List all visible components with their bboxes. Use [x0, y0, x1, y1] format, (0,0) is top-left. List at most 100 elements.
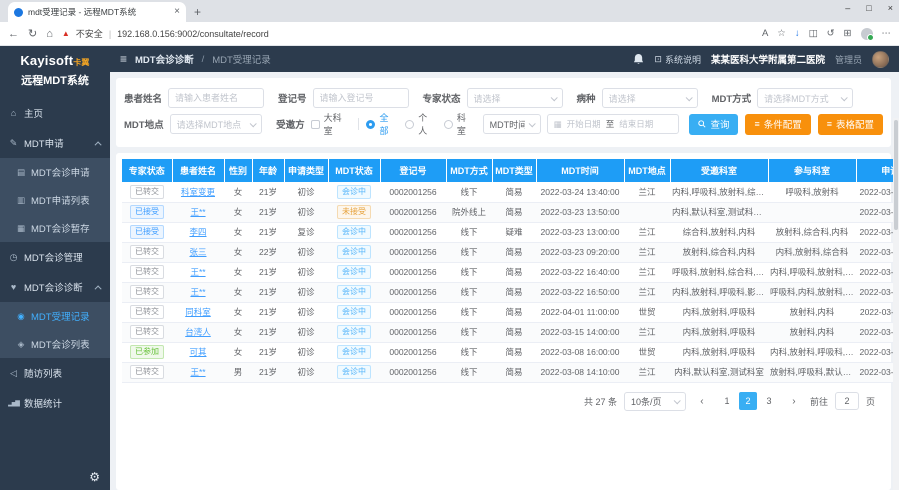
cell-mdt_mode: 院外线上: [446, 202, 492, 222]
history-icon[interactable]: ↺: [827, 28, 835, 39]
cell-mdt_type: 简易: [492, 242, 536, 262]
radio-all[interactable]: 全部: [366, 111, 396, 137]
cell-mdt_mode: 线下: [446, 182, 492, 202]
patient-name-link[interactable]: 可其: [189, 347, 206, 357]
sidebar-item-mdt-diagnosis[interactable]: ♥ MDT会诊诊断: [0, 272, 110, 302]
notification-bell-icon[interactable]: [633, 53, 644, 65]
cell-age: 22岁: [252, 242, 284, 262]
patient-name-input[interactable]: [168, 88, 264, 108]
window-minimize-button[interactable]: –: [845, 3, 850, 13]
page-button-2[interactable]: 2: [739, 392, 757, 410]
page-scrollbar[interactable]: [893, 118, 899, 490]
refresh-icon[interactable]: ↻: [28, 27, 37, 40]
sidebar-item-mdt-record[interactable]: ◉ MDT受理记录: [0, 302, 110, 330]
column-header-mdt_status: MDT状态: [328, 159, 380, 182]
patient-name-link[interactable]: 李四: [189, 227, 206, 237]
mdt-mode-select[interactable]: 请选择MDT方式: [757, 88, 853, 108]
patient-name-link[interactable]: 张三: [189, 247, 206, 257]
cell-mdt_time: 2022-03-15 14:00:00: [536, 322, 624, 342]
sidebar-item-mdt-consult-apply[interactable]: ▤ MDT会诊申请: [0, 158, 110, 186]
collapse-menu-icon[interactable]: ≡: [120, 52, 127, 66]
cell-patient_name: 张三: [172, 242, 224, 262]
patient-name-link[interactable]: 同科室: [185, 307, 211, 317]
mdt-status-tag: 会诊中: [337, 265, 371, 279]
page-button-3[interactable]: 3: [760, 392, 778, 410]
table-row: 已转交王**女21岁初诊会诊中0002001256线下简易2022-03-22 …: [122, 282, 899, 302]
breadcrumb-current: MDT受理记录: [212, 52, 271, 66]
patient-name-link[interactable]: 王**: [190, 207, 205, 217]
sidebar-item-followup-list[interactable]: ◁ 随访列表: [0, 358, 110, 388]
patient-name-link[interactable]: 科室变更: [181, 187, 215, 197]
cell-participant_depts: 放射科,内科: [768, 322, 856, 342]
new-tab-button[interactable]: +: [194, 5, 201, 22]
window-maximize-button[interactable]: □: [866, 3, 871, 13]
radio-dept[interactable]: 科室: [444, 111, 474, 137]
mdt-place-select[interactable]: 请选择MDT地点: [170, 114, 263, 134]
browser-tab[interactable]: mdt受理记录 - 远程MDT系统 ×: [8, 2, 186, 22]
goto-label: 前往: [810, 395, 828, 408]
sidebar-item-home[interactable]: ⌂ 主页: [0, 98, 110, 128]
search-button[interactable]: 查询: [689, 114, 738, 135]
more-menu-icon[interactable]: ⋯: [882, 28, 892, 39]
security-label: 不安全: [76, 27, 103, 40]
extensions-icon[interactable]: ⊞: [844, 28, 852, 39]
cell-mdt_type: 简易: [492, 202, 536, 222]
expert-status-select[interactable]: 请选择: [467, 88, 563, 108]
prev-page-button[interactable]: ‹: [693, 392, 711, 410]
mdt-mode-label: MDT方式: [712, 91, 752, 105]
sidebar-item-mdt-manage[interactable]: ◷ MDT会诊管理: [0, 242, 110, 272]
browser-tabstrip: mdt受理记录 - 远程MDT系统 × + – □ ×: [0, 0, 899, 22]
patient-name-link[interactable]: 台湾人: [185, 327, 211, 337]
gear-icon[interactable]: ⚙: [89, 470, 100, 484]
goto-page-input[interactable]: [835, 392, 859, 410]
cell-invited_depts: 内科,默认科室,测试科室,放射科: [670, 202, 768, 222]
cell-invited_depts: 内科,放射科,呼吸科: [670, 342, 768, 362]
scrollbar-thumb[interactable]: [894, 120, 898, 230]
page-button-1[interactable]: 1: [718, 392, 736, 410]
table-config-button[interactable]: ≡ 表格配置: [818, 114, 883, 135]
column-header-apply_type: 申请类型: [284, 159, 328, 182]
cell-age: 21岁: [252, 282, 284, 302]
date-range-picker[interactable]: ▦ 开始日期 至 结束日期: [547, 114, 680, 134]
cell-apply_type: 初诊: [284, 282, 328, 302]
disease-select[interactable]: 请选择: [602, 88, 698, 108]
tab-close-icon[interactable]: ×: [174, 7, 180, 17]
register-no-input[interactable]: [313, 88, 409, 108]
patient-name-link[interactable]: 王**: [190, 287, 205, 297]
next-page-button[interactable]: ›: [785, 392, 803, 410]
sidebar-item-mdt-apply-list[interactable]: ▥ MDT申请列表: [0, 186, 110, 214]
download-icon[interactable]: ↓: [795, 28, 800, 39]
cell-gender: 女: [224, 182, 252, 202]
column-header-mdt_type: MDT类型: [492, 159, 536, 182]
user-avatar[interactable]: [872, 51, 889, 68]
back-icon[interactable]: ←: [8, 28, 19, 40]
sidebar-item-mdt-consult-draft[interactable]: ▦ MDT会诊暂存: [0, 214, 110, 242]
radio-personal[interactable]: 个人: [405, 111, 435, 137]
favorite-star-icon[interactable]: ☆: [777, 28, 786, 39]
cell-invited_depts: 内科,放射科,呼吸科: [670, 322, 768, 342]
read-aloud-icon[interactable]: A: [762, 28, 768, 39]
patient-name-link[interactable]: 王**: [190, 367, 205, 377]
url-field[interactable]: ▲ 不安全 | 192.168.0.156:9002/consultate/re…: [62, 27, 753, 40]
cell-mdt_status: 会诊中: [328, 322, 380, 342]
cell-register_no: 0002001256: [380, 302, 446, 322]
url-text: 192.168.0.156:9002/consultate/record: [117, 29, 269, 39]
cell-patient_name: 王**: [172, 282, 224, 302]
sidebar-item-mdt-apply[interactable]: ✎ MDT申请: [0, 128, 110, 158]
window-close-button[interactable]: ×: [888, 3, 893, 13]
cell-mdt_type: 简易: [492, 322, 536, 342]
system-help-link[interactable]: ⊡ 系统说明: [654, 53, 701, 66]
sidebar-item-label: MDT会诊诊断: [24, 280, 83, 294]
time-type-select[interactable]: MDT时间: [483, 114, 541, 134]
cell-participant_depts: 内科,呼吸科,放射科,综合科: [768, 262, 856, 282]
home-icon[interactable]: ⌂: [46, 28, 53, 40]
sidebar-item-statistics[interactable]: ▂▅▇ 数据统计: [0, 388, 110, 418]
page-size-select[interactable]: 10条/页: [624, 392, 686, 411]
split-screen-icon[interactable]: ◫: [809, 28, 818, 39]
browser-profile-avatar[interactable]: [861, 28, 873, 40]
condition-config-button[interactable]: ≡ 条件配置: [745, 114, 810, 135]
big-dept-checkbox[interactable]: [311, 120, 320, 129]
sidebar-item-mdt-consult-list[interactable]: ◈ MDT会诊列表: [0, 330, 110, 358]
patient-name-link[interactable]: 王**: [190, 267, 205, 277]
cell-participant_depts: 放射科,内科: [768, 302, 856, 322]
